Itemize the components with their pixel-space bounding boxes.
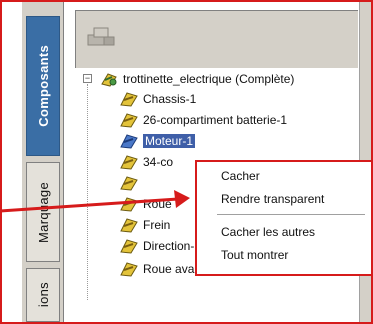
tab-options[interactable]: ions xyxy=(26,268,60,322)
menu-item-show-all[interactable]: Tout montrer xyxy=(221,248,288,262)
tree-connector xyxy=(87,84,88,300)
tree-item-label: Roue xyxy=(143,197,172,211)
left-margin xyxy=(2,2,22,322)
part-icon xyxy=(120,197,138,212)
assembly-icon xyxy=(101,73,117,87)
part-icon xyxy=(120,176,138,191)
part-icon xyxy=(120,239,138,254)
tree-item-direction[interactable]: Direction-1 xyxy=(119,237,201,255)
menu-item-hide-others[interactable]: Cacher les autres xyxy=(221,225,315,239)
tree-item-label: trottinette_electrique (Complète) xyxy=(123,72,295,86)
tree-item-label: Chassis-1 xyxy=(143,92,197,106)
tree-item-label: 26-compartiment batterie-1 xyxy=(143,113,288,127)
tree-item-moteur[interactable]: Moteur-1 xyxy=(119,132,196,150)
tree-item-label: 34-co xyxy=(143,155,174,169)
tree-item-battery-compartment[interactable]: 26-compartiment batterie-1 xyxy=(119,111,287,129)
tree-item-label: Frein xyxy=(143,218,171,232)
tab-label: Marquage xyxy=(35,181,51,243)
assembly-icon[interactable] xyxy=(86,25,116,47)
part-icon xyxy=(120,155,138,170)
context-menu: Cacher Rendre transparent Cacher les aut… xyxy=(195,160,373,276)
tab-label: Composants xyxy=(35,45,51,127)
part-icon xyxy=(120,262,138,277)
menu-item-hide[interactable]: Cacher xyxy=(221,169,260,183)
part-icon xyxy=(120,134,138,149)
collapse-toggle[interactable]: − xyxy=(83,74,92,83)
vertical-tab-strip: Composants Marquage ions xyxy=(22,2,64,322)
tree-item-frein[interactable]: Frein xyxy=(119,216,170,234)
tab-marquage[interactable]: Marquage xyxy=(26,162,60,262)
tab-composants[interactable]: Composants xyxy=(26,16,60,156)
tree-item-label: Direction-1 xyxy=(143,239,202,253)
menu-item-make-transparent[interactable]: Rendre transparent xyxy=(221,192,324,206)
tree-item-hidden[interactable] xyxy=(119,174,143,192)
part-icon xyxy=(120,113,138,128)
tree-root[interactable]: trottinette_electrique (Complète) xyxy=(99,70,294,88)
tab-label: ions xyxy=(35,282,51,308)
part-icon xyxy=(120,92,138,107)
part-icon xyxy=(120,218,138,233)
panel-toolbar xyxy=(75,10,358,68)
tree-item-34[interactable]: 34-co xyxy=(119,153,173,171)
tree-item-chassis[interactable]: Chassis-1 xyxy=(119,90,196,108)
tree-item-label: Moteur-1 xyxy=(143,134,196,148)
menu-separator xyxy=(217,214,365,215)
tree-item-roue[interactable]: Roue xyxy=(119,195,172,213)
